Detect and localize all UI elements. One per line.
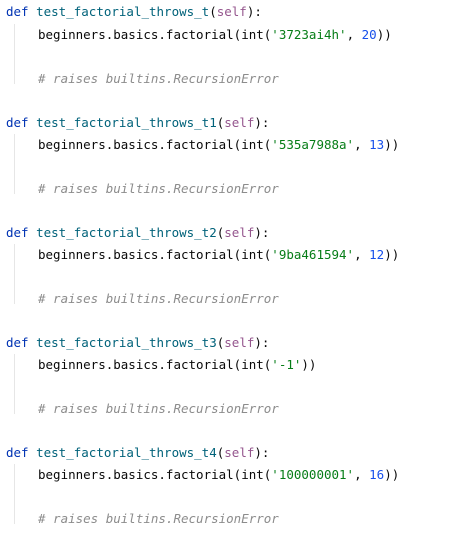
string-argument: '-1' bbox=[271, 357, 302, 372]
string-argument: '3723ai4h' bbox=[271, 27, 347, 42]
comment-text: # raises builtins.RecursionError bbox=[38, 181, 279, 196]
call-statement[interactable]: beginners.basics.factorial(int('3723ai4h… bbox=[38, 24, 392, 46]
string-argument: '100000001' bbox=[271, 467, 355, 482]
function-name: test_factorial_throws_t2 bbox=[36, 225, 217, 240]
indent-guide bbox=[14, 354, 15, 414]
self-param: self bbox=[224, 335, 255, 350]
arg-separator: , bbox=[346, 27, 362, 42]
comment-text: # raises builtins.RecursionError bbox=[38, 291, 279, 306]
call-statement[interactable]: beginners.basics.factorial(int('-1')) bbox=[38, 354, 316, 376]
self-param: self bbox=[216, 4, 247, 19]
self-param: self bbox=[224, 445, 255, 460]
arg-separator: , bbox=[354, 137, 370, 152]
indent-guide bbox=[14, 24, 15, 84]
close-signature: ): bbox=[246, 4, 262, 19]
indent-guide bbox=[14, 464, 15, 524]
comment-line[interactable]: # raises builtins.RecursionError bbox=[38, 288, 279, 310]
arg-separator: , bbox=[354, 247, 370, 262]
comment-text: # raises builtins.RecursionError bbox=[38, 401, 279, 416]
function-signature[interactable]: def test_factorial_throws_t2(self): bbox=[6, 222, 269, 244]
number-argument: 12 bbox=[369, 247, 385, 262]
arg-separator: , bbox=[354, 467, 370, 482]
def-keyword: def bbox=[6, 4, 29, 19]
close-signature: ): bbox=[254, 335, 270, 350]
call-suffix: )) bbox=[384, 137, 400, 152]
function-signature[interactable]: def test_factorial_throws_t1(self): bbox=[6, 112, 269, 134]
call-suffix: )) bbox=[384, 247, 400, 262]
code-editor[interactable]: def test_factorial_throws_t(self): begin… bbox=[0, 0, 469, 544]
call-suffix: )) bbox=[301, 357, 317, 372]
call-statement[interactable]: beginners.basics.factorial(int('10000000… bbox=[38, 464, 399, 486]
open-paren: ( bbox=[209, 4, 217, 19]
close-signature: ): bbox=[254, 115, 270, 130]
number-argument: 16 bbox=[369, 467, 385, 482]
function-signature[interactable]: def test_factorial_throws_t3(self): bbox=[6, 332, 269, 354]
call-prefix: beginners.basics.factorial(int( bbox=[38, 27, 272, 42]
call-prefix: beginners.basics.factorial(int( bbox=[38, 247, 272, 262]
comment-line[interactable]: # raises builtins.RecursionError bbox=[38, 68, 279, 90]
number-argument: 20 bbox=[361, 27, 377, 42]
comment-text: # raises builtins.RecursionError bbox=[38, 71, 279, 86]
call-prefix: beginners.basics.factorial(int( bbox=[38, 137, 272, 152]
indent-guide bbox=[14, 134, 15, 194]
call-prefix: beginners.basics.factorial(int( bbox=[38, 467, 272, 482]
comment-line[interactable]: # raises builtins.RecursionError bbox=[38, 178, 279, 200]
self-param: self bbox=[224, 115, 255, 130]
call-suffix: )) bbox=[384, 467, 400, 482]
comment-line[interactable]: # raises builtins.RecursionError bbox=[38, 508, 279, 530]
indent-guide bbox=[14, 244, 15, 304]
comment-line[interactable]: # raises builtins.RecursionError bbox=[38, 398, 279, 420]
call-statement[interactable]: beginners.basics.factorial(int('535a7988… bbox=[38, 134, 399, 156]
def-keyword: def bbox=[6, 335, 29, 350]
function-name: test_factorial_throws_t1 bbox=[36, 115, 217, 130]
function-name: test_factorial_throws_t3 bbox=[36, 335, 217, 350]
string-argument: '535a7988a' bbox=[271, 137, 355, 152]
def-keyword: def bbox=[6, 115, 29, 130]
close-signature: ): bbox=[254, 445, 270, 460]
def-keyword: def bbox=[6, 225, 29, 240]
call-statement[interactable]: beginners.basics.factorial(int('9ba46159… bbox=[38, 244, 399, 266]
string-argument: '9ba461594' bbox=[271, 247, 355, 262]
comment-text: # raises builtins.RecursionError bbox=[38, 511, 279, 526]
close-signature: ): bbox=[254, 225, 270, 240]
def-keyword: def bbox=[6, 445, 29, 460]
call-prefix: beginners.basics.factorial(int( bbox=[38, 357, 272, 372]
call-suffix: )) bbox=[376, 27, 392, 42]
function-name: test_factorial_throws_t bbox=[36, 4, 210, 19]
function-signature[interactable]: def test_factorial_throws_t(self): bbox=[6, 1, 262, 23]
self-param: self bbox=[224, 225, 255, 240]
function-signature[interactable]: def test_factorial_throws_t4(self): bbox=[6, 442, 269, 464]
number-argument: 13 bbox=[369, 137, 385, 152]
function-name: test_factorial_throws_t4 bbox=[36, 445, 217, 460]
